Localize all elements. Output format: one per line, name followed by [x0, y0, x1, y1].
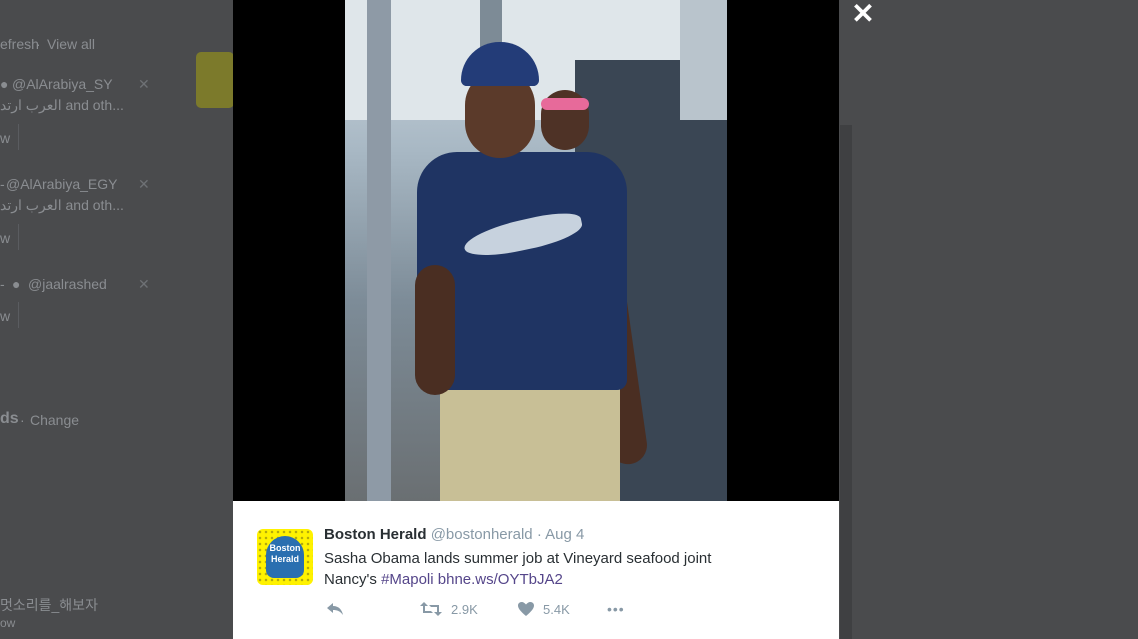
tweet-card: Boston Herald Boston Herald @bostonheral… [233, 501, 839, 639]
suggestion-sub: العرب ارتد and oth... [0, 197, 124, 213]
suggestion-handle[interactable]: @jaalrashed [28, 276, 107, 292]
arrow-icon: - [0, 176, 5, 192]
separator-dot: · [36, 36, 41, 52]
close-icon[interactable]: ✕ [850, 0, 876, 28]
like-button[interactable]: 5.4K [517, 601, 570, 617]
trend-item[interactable]: 멋소리를_해보자 [0, 595, 98, 615]
media-viewer [233, 0, 839, 501]
divider [18, 224, 19, 250]
reply-icon [327, 603, 343, 615]
verified-icon: ● [0, 76, 9, 92]
like-count: 5.4K [543, 601, 570, 617]
tweet-text-line: Sasha Obama lands summer job at Vineyard… [324, 550, 712, 567]
suggestion-handle[interactable]: @AlArabiya_EGY [6, 176, 117, 192]
dismiss-icon[interactable]: ✕ [138, 76, 150, 93]
trend-sub: ow [0, 616, 16, 630]
photo-truck-window [680, 0, 727, 120]
ghost-icon: Boston Herald [266, 536, 304, 578]
more-icon: ••• [607, 601, 625, 617]
hashtag-link[interactable]: #Mapoli [381, 571, 434, 588]
more-options-button[interactable]: ••• [607, 601, 625, 617]
url-link[interactable]: bhne.ws/OYTbJA2 [438, 571, 563, 588]
follow-button[interactable]: w [0, 308, 10, 324]
divider [18, 302, 19, 328]
right-column [840, 125, 852, 639]
follow-button[interactable]: w [0, 230, 10, 246]
suggestion-sub: العرب ارتد and oth... [0, 97, 124, 113]
heart-icon [518, 602, 534, 616]
tweet-actions: 2.9K 5.4K ••• [325, 601, 745, 623]
separator-dot: · [20, 412, 25, 428]
tweet-text-prefix: Nancy's [324, 571, 382, 588]
suggestion-handle[interactable]: @AlArabiya_SY [12, 76, 113, 92]
retweet-icon [420, 602, 442, 616]
photo-headband [541, 98, 589, 110]
dismiss-icon[interactable]: ✕ [138, 176, 150, 193]
divider [18, 124, 19, 150]
change-link[interactable]: Change [30, 412, 79, 428]
dismiss-icon[interactable]: ✕ [138, 276, 150, 293]
tweet-header: Boston Herald @bostonherald · Aug 4 [324, 526, 584, 543]
refresh-link[interactable]: efresh [0, 36, 39, 52]
follow-button[interactable]: w [0, 130, 10, 146]
separator-dot: · [536, 526, 542, 543]
verified-icon: ● [12, 276, 21, 292]
account-name[interactable]: Boston Herald [324, 526, 427, 543]
avatar[interactable]: Boston Herald [257, 529, 313, 585]
background-avatar [196, 52, 234, 108]
tweet-text: Sasha Obama lands summer job at Vineyard… [324, 548, 784, 590]
reply-button[interactable] [325, 601, 345, 617]
tweet-date[interactable]: Aug 4 [545, 526, 584, 543]
tweet-photo[interactable] [345, 0, 727, 501]
photo-pole [367, 0, 391, 501]
view-all-link[interactable]: View all [47, 36, 95, 52]
trends-heading: ds [0, 410, 19, 427]
account-handle[interactable]: @bostonherald [431, 526, 533, 543]
retweet-count: 2.9K [451, 601, 478, 617]
retweet-button[interactable]: 2.9K [419, 601, 478, 617]
arrow-icon: - [0, 276, 5, 292]
photo-arm [415, 265, 455, 395]
